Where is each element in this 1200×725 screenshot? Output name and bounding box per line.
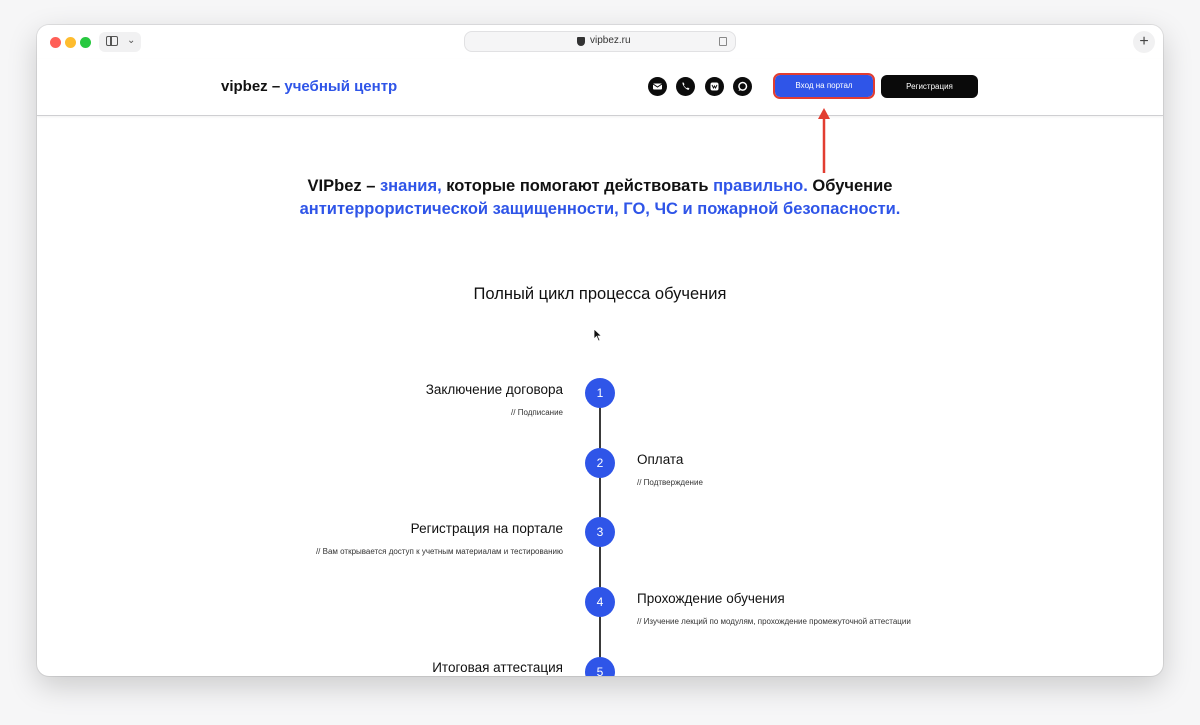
browser-window: ⌄ vipbez.ru + vipbez – учебный центр Вхо…	[37, 25, 1163, 676]
minimize-window-button[interactable]	[65, 37, 76, 48]
url-text: vipbez.ru	[590, 35, 631, 46]
close-window-button[interactable]	[50, 37, 61, 48]
logo-text: vipbez –	[221, 78, 281, 95]
hero-text-training: Обучение	[807, 177, 893, 195]
step-1-subtitle: // Подписание	[511, 408, 563, 417]
hero-accent-knowledge: знания,	[379, 177, 442, 195]
annotation-arrow-icon	[818, 108, 830, 173]
step-5-circle: 5	[585, 657, 615, 676]
step-3-subtitle: // Вам открывается доступ к учетным мате…	[315, 547, 563, 556]
step-5-title: Итоговая аттестация	[432, 660, 563, 675]
hero-brand: VIPbez –	[307, 177, 380, 195]
step-2-subtitle: // Подтверждение	[637, 478, 703, 487]
step-3-title: Регистрация на портале	[410, 521, 563, 536]
step-1-circle: 1	[585, 378, 615, 408]
hero-line-2: антитеррористической защищенности, ГО, Ч…	[299, 200, 901, 218]
hero-line-1: VIPbez – знания, которые помогают действ…	[37, 175, 1163, 198]
reader-icon[interactable]	[719, 37, 727, 46]
phone-icon[interactable]	[676, 77, 695, 96]
hero-heading: VIPbez – знания, которые помогают действ…	[37, 175, 1163, 221]
site-header: vipbez – учебный центр Вход на портал Ре…	[37, 59, 1163, 116]
zoom-window-button[interactable]	[80, 37, 91, 48]
logo-accent-text: учебный центр	[284, 78, 398, 95]
step-4-circle: 4	[585, 587, 615, 617]
vk-icon[interactable]	[705, 77, 724, 96]
step-4-subtitle: // Изучение лекций по модулям, прохожден…	[637, 617, 911, 626]
sidebar-icon	[106, 36, 118, 46]
chat-icon[interactable]	[733, 77, 752, 96]
step-2-title: Оплата	[637, 452, 684, 467]
chevron-down-icon: ⌄	[127, 35, 136, 46]
new-tab-button[interactable]: +	[1133, 31, 1155, 53]
step-1-title: Заключение договора	[425, 382, 563, 397]
hero-text: которые помогают действовать	[441, 177, 714, 195]
step-2-circle: 2	[585, 448, 615, 478]
step-3-circle: 3	[585, 517, 615, 547]
shield-icon	[577, 37, 585, 46]
login-portal-button[interactable]: Вход на портал	[773, 73, 875, 99]
sidebar-toggle-button[interactable]: ⌄	[99, 32, 141, 52]
mail-icon[interactable]	[648, 77, 667, 96]
register-button[interactable]: Регистрация	[881, 75, 978, 98]
section-title: Полный цикл процесса обучения	[473, 285, 727, 303]
site-logo[interactable]: vipbez – учебный центр	[221, 78, 397, 95]
hero-accent-correctly: правильно.	[713, 177, 808, 195]
step-4-title: Прохождение обучения	[637, 591, 785, 606]
browser-toolbar: ⌄ vipbez.ru +	[37, 25, 1163, 59]
address-bar[interactable]: vipbez.ru	[464, 31, 736, 52]
mouse-cursor-icon	[593, 328, 603, 342]
